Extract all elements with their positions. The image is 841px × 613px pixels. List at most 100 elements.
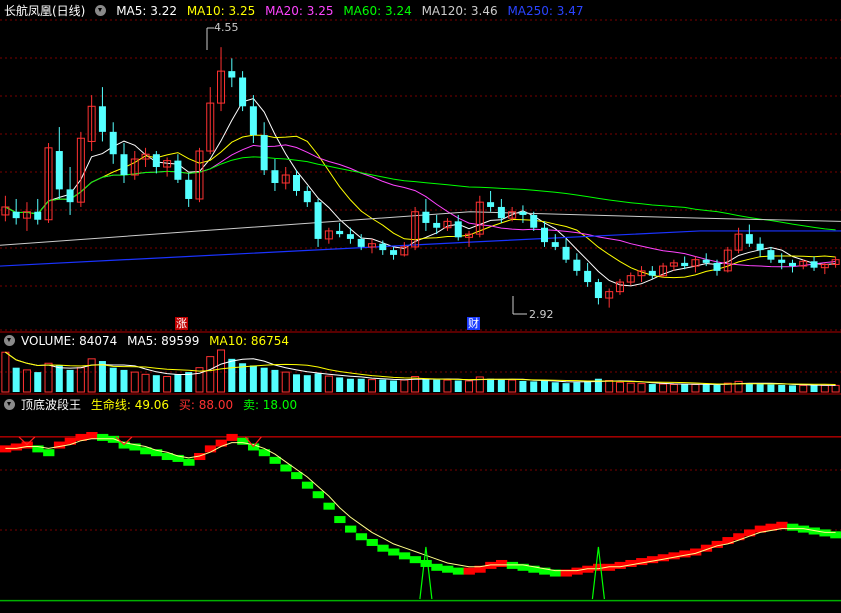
indicator-block bbox=[204, 445, 217, 453]
ma120-line bbox=[0, 211, 841, 246]
candle-body bbox=[379, 243, 387, 251]
volume-bar bbox=[228, 358, 236, 392]
volume-bar bbox=[454, 380, 462, 392]
candle-body bbox=[98, 106, 106, 132]
indicator-block bbox=[183, 458, 195, 466]
indicator-block bbox=[334, 516, 346, 524]
indicator-block bbox=[43, 449, 55, 457]
volume-bar bbox=[519, 380, 527, 392]
volume-bar bbox=[141, 373, 150, 393]
event-marker-zhang[interactable]: 涨 bbox=[175, 317, 188, 330]
volume-bar bbox=[109, 367, 117, 392]
collapse-icon[interactable] bbox=[4, 335, 15, 346]
volume-bar bbox=[379, 379, 387, 392]
volume-bar bbox=[206, 356, 215, 393]
volume-bar bbox=[637, 383, 646, 393]
volume-bar bbox=[357, 378, 365, 392]
indicator-block bbox=[345, 525, 357, 533]
indicator-block bbox=[722, 537, 734, 545]
indicator-block bbox=[377, 544, 389, 552]
candle-body bbox=[314, 202, 322, 239]
volume-bar bbox=[756, 384, 764, 392]
candle-body bbox=[228, 71, 236, 78]
collapse-icon[interactable] bbox=[95, 5, 107, 16]
volume-bar bbox=[98, 361, 106, 392]
volume-bar bbox=[185, 372, 193, 392]
candle-body bbox=[745, 234, 753, 244]
volume-bar bbox=[346, 378, 354, 392]
volume-bars bbox=[1, 349, 840, 393]
volume-bar bbox=[778, 384, 786, 392]
ma5-label: MA5: 3.22 bbox=[116, 4, 177, 18]
candle-body bbox=[120, 154, 128, 175]
candle-body bbox=[497, 206, 505, 219]
candle-body bbox=[454, 221, 462, 238]
volume-bar bbox=[76, 367, 85, 393]
volume-bar bbox=[615, 381, 624, 393]
volume-bar bbox=[540, 380, 548, 392]
ma20-label: MA20: 3.25 bbox=[265, 4, 334, 18]
candle-body bbox=[767, 250, 775, 260]
candle-body bbox=[778, 259, 786, 263]
volume-bar bbox=[390, 380, 398, 392]
candle-body bbox=[594, 282, 602, 299]
indicator-block bbox=[388, 548, 400, 556]
volume-bar bbox=[443, 379, 452, 393]
candle-body bbox=[357, 238, 365, 247]
indicator-block bbox=[409, 556, 421, 564]
indicator-block bbox=[452, 567, 465, 575]
volume-bar bbox=[573, 382, 581, 392]
volume-bar bbox=[702, 384, 710, 392]
indicator-block bbox=[355, 533, 368, 541]
candle-body bbox=[530, 214, 538, 228]
indicator-block bbox=[301, 481, 314, 489]
candle-body bbox=[681, 262, 689, 267]
indicator-block bbox=[420, 559, 432, 567]
volume-bar bbox=[691, 383, 700, 393]
indicator-block bbox=[787, 523, 799, 531]
volume-bar bbox=[66, 369, 74, 392]
low-price-label: 2.92 bbox=[529, 308, 554, 321]
volume-bar bbox=[713, 384, 721, 392]
candle-body bbox=[540, 227, 548, 243]
moving-average-lines bbox=[0, 98, 841, 287]
indicator-block bbox=[312, 491, 324, 499]
volume-bar bbox=[659, 383, 668, 393]
candle-body bbox=[390, 250, 398, 255]
candle-body bbox=[422, 211, 430, 223]
stock-title: 长航凤凰(日线) bbox=[4, 4, 86, 18]
candle-body bbox=[260, 135, 268, 171]
indicator-block bbox=[269, 456, 281, 464]
indicator-block bbox=[733, 533, 745, 541]
volume-bar bbox=[497, 379, 505, 392]
volume-bar bbox=[799, 384, 808, 393]
volume-bar bbox=[260, 367, 268, 392]
candle-body bbox=[788, 262, 796, 267]
indicator-block bbox=[463, 567, 475, 575]
volume-bar bbox=[584, 380, 592, 392]
candle-body bbox=[271, 170, 279, 183]
candle-body bbox=[174, 160, 182, 180]
volume-bar bbox=[55, 365, 63, 392]
volume-bar bbox=[34, 372, 42, 392]
candle-body bbox=[34, 211, 42, 220]
candle-body bbox=[239, 77, 247, 107]
event-marker-cai[interactable]: 财 bbox=[467, 317, 480, 330]
ma20-line bbox=[5, 144, 836, 268]
volume-bar bbox=[22, 369, 31, 393]
volume-bar bbox=[130, 371, 139, 393]
indicator-series bbox=[0, 432, 841, 600]
volume-bar bbox=[120, 369, 128, 392]
collapse-icon[interactable] bbox=[4, 399, 15, 410]
volume-bar bbox=[508, 379, 517, 393]
indicator-panel-header: 顶底波段王 生命线: 49.06 买: 88.00 卖: 18.00 bbox=[0, 396, 303, 414]
candle-body bbox=[249, 106, 257, 136]
candle-body bbox=[487, 202, 495, 207]
bottom-signal-spike bbox=[591, 546, 605, 600]
volume-bar bbox=[281, 371, 290, 393]
volume-bar bbox=[831, 384, 840, 393]
volume-bar bbox=[487, 378, 495, 392]
volume-bar bbox=[810, 385, 818, 392]
volume-ma10: MA10: 86754 bbox=[209, 334, 290, 348]
volume-bar bbox=[217, 349, 226, 393]
